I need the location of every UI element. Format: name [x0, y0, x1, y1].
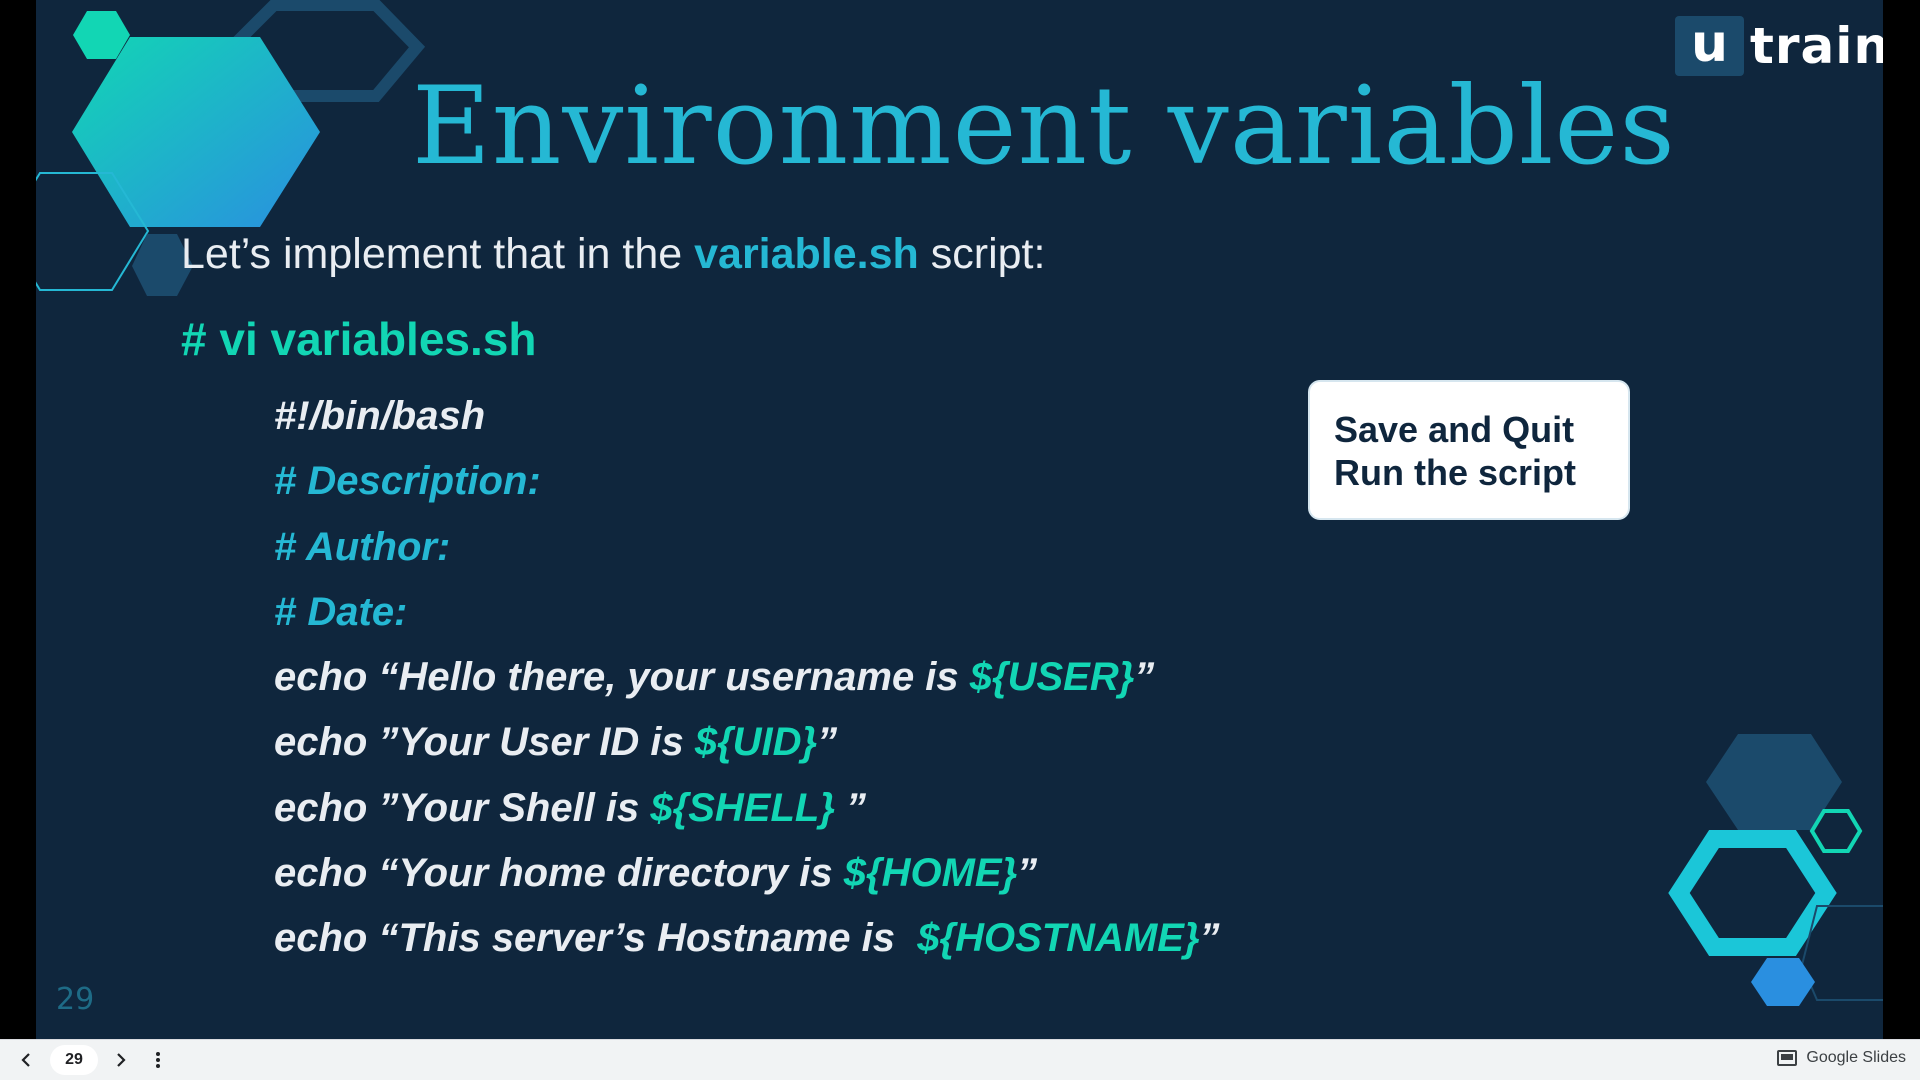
chevron-right-icon [117, 1053, 126, 1067]
code-text: ” [817, 720, 838, 765]
hexagon-shape [1800, 905, 1883, 1001]
code-text: echo ”Your Shell is [274, 785, 651, 830]
more-options-button[interactable] [152, 1048, 164, 1072]
code-variable: ${SHELL} [650, 785, 835, 830]
previous-slide-button[interactable] [14, 1048, 38, 1072]
hexagon-shape [1809, 809, 1863, 853]
code-variable: ${HOME} [843, 851, 1018, 896]
code-variable: ${USER} [969, 655, 1135, 700]
code-text: echo “Hello there, your username is [274, 655, 970, 700]
slides-bottom-bar: Google Slides [0, 1039, 1920, 1080]
chevron-left-icon [21, 1053, 30, 1067]
brand-label: Google Slides [1806, 1049, 1906, 1066]
code-line-shebang: #!/bin/bash [274, 394, 486, 438]
code-text: echo ”Your User ID is [274, 720, 695, 765]
callout-box: Save and Quit Run the script [1308, 380, 1630, 520]
slide-number: 29 [56, 982, 95, 1017]
code-text: ” [1134, 655, 1155, 700]
slide-canvas: u train Environment variables Let’s impl… [36, 0, 1883, 1039]
more-vert-icon [156, 1052, 160, 1068]
code-variable: ${UID} [694, 720, 818, 765]
hexagon-shape [1668, 830, 1837, 956]
intro-text: Let’s implement that in the variable.sh … [181, 230, 1045, 279]
code-variable: ${HOSTNAME} [917, 916, 1200, 961]
slides-icon [1777, 1050, 1798, 1066]
logo-box: u [1675, 16, 1744, 76]
code-line-description: # Description: [274, 459, 541, 504]
code-text: ” [1199, 916, 1220, 961]
callout-line-1: Save and Quit [1334, 409, 1575, 450]
code-line-author: # Author: [274, 524, 451, 569]
google-slides-link[interactable]: Google Slides [1777, 1049, 1906, 1067]
code-text: ” [1017, 851, 1038, 896]
hexagon-shape [1751, 958, 1815, 1006]
code-text: echo “Your home directory is [274, 851, 844, 896]
logo-text: train [1750, 17, 1883, 75]
vi-command: # vi variables.sh [181, 313, 537, 365]
callout-line-2: Run the script [1334, 452, 1577, 493]
code-text: ” [834, 785, 867, 830]
next-slide-button[interactable] [109, 1048, 133, 1072]
hexagon-shape [72, 37, 320, 227]
utrain-logo: u train [1675, 15, 1883, 77]
intro-after: script: [918, 230, 1046, 278]
intro-highlight: variable.sh [694, 230, 919, 278]
code-line-echo-hostname: echo “This server’s Hostname is ${HOSTNA… [274, 912, 1220, 977]
code-line-date: # Date: [274, 589, 408, 634]
code-line-echo-shell: echo ”Your Shell is ${SHELL} ” [274, 782, 1220, 847]
page-number-input[interactable] [50, 1045, 98, 1075]
slide-title: Environment variables [412, 64, 1676, 189]
script-code-block: #!/bin/bash # Description: # Author: # D… [274, 390, 1220, 978]
code-text: echo “This server’s Hostname is [274, 916, 918, 961]
code-line-echo-user: echo “Hello there, your username is ${US… [274, 651, 1220, 716]
code-line-echo-home: echo “Your home directory is ${HOME}” [274, 847, 1220, 912]
code-line-echo-uid: echo ”Your User ID is ${UID}” [274, 716, 1220, 781]
intro-before: Let’s implement that in the [181, 230, 695, 278]
